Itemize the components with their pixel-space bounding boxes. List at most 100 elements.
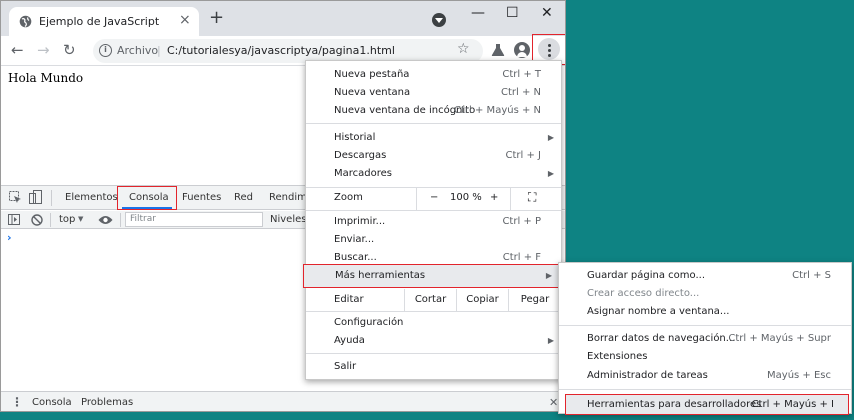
shortcut-label: Ctrl + T <box>502 69 541 80</box>
minimize-button[interactable]: — <box>471 5 485 21</box>
browser-tab[interactable]: Ejemplo de JavaScript × <box>9 7 199 36</box>
menu-item-marcadores[interactable]: Marcadores <box>334 168 392 179</box>
edit-row: Editar Cortar Copiar Pegar <box>306 289 561 311</box>
shortcut-label: Ctrl + Mayús + I <box>751 399 834 410</box>
menu-item-nueva-ventana[interactable]: Nueva ventana <box>334 87 410 98</box>
menu-item-mas-herramientas[interactable]: Más herramientas ▶ <box>303 264 562 288</box>
zoom-in-button[interactable]: + <box>490 192 498 203</box>
new-tab-button[interactable]: + <box>209 9 224 27</box>
menu-item-historial[interactable]: Historial <box>334 132 375 143</box>
drawer-menu-icon[interactable]: ⋮ <box>11 395 23 409</box>
tab-consola-label: Consola <box>129 192 169 203</box>
menu-dot <box>548 54 551 57</box>
drawer-tab-consola[interactable]: Consola <box>32 397 72 408</box>
shortcut-label: Ctrl + F <box>502 252 541 263</box>
menu-divider <box>306 311 561 312</box>
menu-divider <box>559 325 851 326</box>
submenu-item-borrar-datos[interactable]: Borrar datos de navegación... <box>587 333 735 344</box>
close-window-button[interactable]: ✕ <box>541 5 553 21</box>
toolbar-divider <box>50 213 51 227</box>
menu-divider <box>306 353 561 354</box>
context-selector[interactable]: top <box>59 214 75 225</box>
flask-icon[interactable] <box>491 43 505 57</box>
shortcut-label: Ctrl + P <box>502 216 541 227</box>
zoom-out-button[interactable]: − <box>430 192 438 203</box>
scheme-label: Archivo <box>117 44 159 57</box>
shortcut-label: Ctrl + S <box>792 270 831 281</box>
close-drawer-icon[interactable]: ✕ <box>549 396 558 409</box>
url-text[interactable]: C:/tutorialesya/javascriptya/pagina1.htm… <box>167 44 395 57</box>
menu-item-buscar[interactable]: Buscar... <box>334 252 377 263</box>
device-toolbar-icon[interactable] <box>29 190 42 205</box>
forward-button[interactable]: → <box>37 41 50 59</box>
shortcut-label: Ctrl + N <box>500 87 541 98</box>
close-tab-icon[interactable]: × <box>179 12 191 28</box>
globe-icon <box>19 15 32 28</box>
menu-item-salir[interactable]: Salir <box>334 361 356 372</box>
devtools-drawer: ⋮ Consola Problemas ✕ <box>1 391 565 412</box>
drawer-tab-problemas[interactable]: Problemas <box>81 397 133 408</box>
zoom-level: 100 % <box>450 192 482 203</box>
menu-divider <box>416 188 417 210</box>
filter-input[interactable]: Filtrar <box>125 212 263 227</box>
menu-item-label: Más herramientas <box>335 270 426 281</box>
menu-divider <box>306 210 561 211</box>
more-tools-submenu: Guardar página como... Ctrl + S Crear ac… <box>558 262 852 415</box>
menu-item-descargas[interactable]: Descargas <box>334 150 386 161</box>
menu-item-imprimir[interactable]: Imprimir... <box>334 216 385 227</box>
back-button[interactable]: ← <box>11 41 24 59</box>
submenu-arrow-icon: ▶ <box>547 336 554 345</box>
menu-divider <box>306 123 561 124</box>
show-sidebar-icon[interactable] <box>8 214 20 225</box>
submenu-item-guardar[interactable]: Guardar página como... <box>587 270 705 281</box>
submenu-item-extensiones[interactable]: Extensiones <box>587 351 647 362</box>
toolbar-divider <box>51 190 52 206</box>
menu-item-enviar[interactable]: Enviar... <box>334 234 374 245</box>
tab-title: Ejemplo de JavaScript <box>39 15 160 28</box>
zoom-label: Zoom <box>334 192 363 203</box>
tab-fuentes[interactable]: Fuentes <box>182 192 221 203</box>
active-tab-underline <box>25 411 73 412</box>
chrome-menu: Nueva pestaña Ctrl + T Nueva ventana Ctr… <box>303 60 562 380</box>
console-prompt[interactable]: › <box>7 231 12 244</box>
paste-button[interactable]: Pegar <box>508 289 561 311</box>
submenu-item-herramientas-desarrolladores[interactable]: Herramientas para desarrolladores Ctrl +… <box>565 394 849 415</box>
active-tab-underline <box>122 207 172 209</box>
menu-item-ayuda[interactable]: Ayuda <box>334 335 365 346</box>
tab-rendimiento[interactable]: Rendimi <box>269 192 310 203</box>
submenu-item-acceso-directo: Crear acceso directo... <box>587 288 700 299</box>
bookmark-star-icon[interactable]: ☆ <box>457 41 470 57</box>
info-icon[interactable]: i <box>99 44 112 57</box>
inspect-element-icon[interactable] <box>9 191 22 204</box>
cut-button[interactable]: Cortar <box>404 289 456 311</box>
edit-label: Editar <box>334 294 364 305</box>
tab-search-icon[interactable] <box>432 13 446 27</box>
tab-consola[interactable]: Consola <box>117 186 177 210</box>
submenu-arrow-icon: ▶ <box>547 169 554 178</box>
reload-button[interactable]: ↻ <box>63 41 76 59</box>
maximize-button[interactable]: ☐ <box>506 5 519 21</box>
submenu-item-asignar-nombre[interactable]: Asignar nombre a ventana... <box>587 306 729 317</box>
menu-divider <box>559 389 851 390</box>
copy-button[interactable]: Copiar <box>456 289 508 311</box>
clear-console-icon[interactable] <box>31 214 43 226</box>
chevron-down-icon[interactable]: ▼ <box>78 215 83 223</box>
tab-elementos[interactable]: Elementos <box>65 192 118 203</box>
submenu-arrow-icon: ▶ <box>547 133 554 142</box>
title-bar: Ejemplo de JavaScript × + — ☐ ✕ <box>1 1 565 36</box>
tab-red[interactable]: Red <box>234 192 253 203</box>
page-text: Hola Mundo <box>8 71 84 85</box>
menu-dot <box>548 49 551 52</box>
submenu-arrow-icon: ▶ <box>545 271 552 280</box>
account-icon[interactable] <box>514 42 530 58</box>
shortcut-label: Ctrl + Mayús + Supr <box>728 333 831 344</box>
submenu-item-administrador-tareas[interactable]: Administrador de tareas <box>587 370 708 381</box>
menu-item-nueva-pestana[interactable]: Nueva pestaña <box>334 69 409 80</box>
menu-item-configuracion[interactable]: Configuración <box>334 317 403 328</box>
shortcut-label: Mayús + Esc <box>767 370 831 381</box>
scheme-separator: | <box>157 44 161 57</box>
menu-divider <box>510 188 511 210</box>
fullscreen-icon[interactable]: ⛶ <box>528 190 536 205</box>
eye-icon[interactable] <box>98 215 113 225</box>
shortcut-label: Ctrl + J <box>505 150 541 161</box>
